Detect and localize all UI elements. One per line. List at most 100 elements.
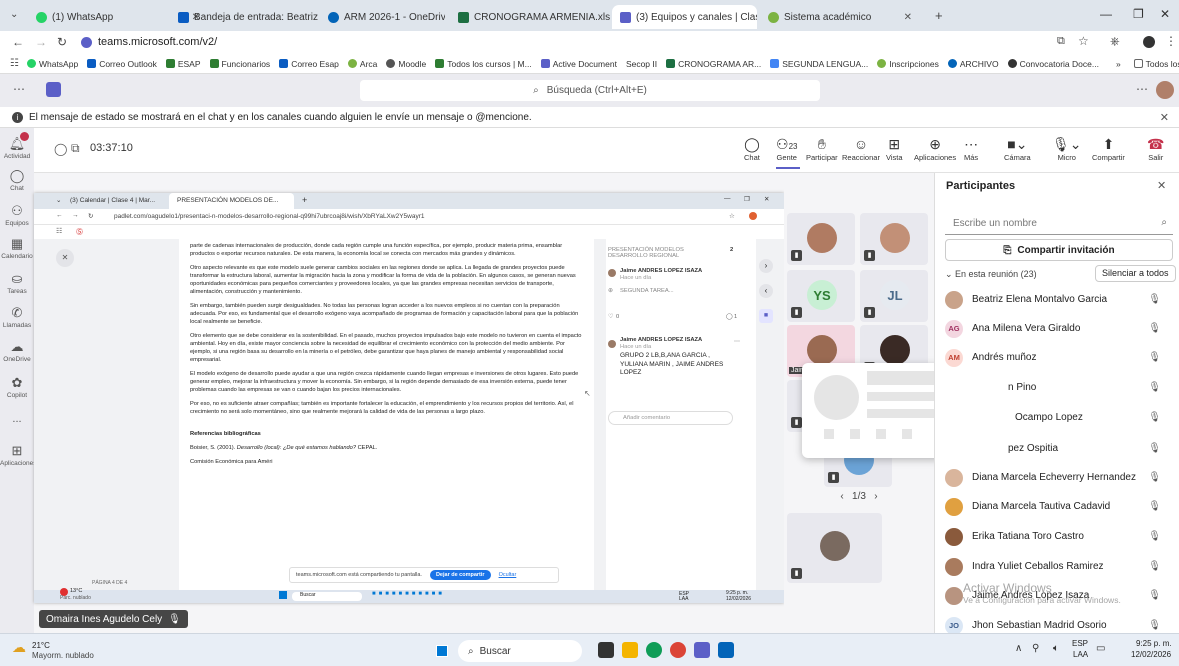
details-icon[interactable]: ⧉: [71, 141, 80, 156]
tab-list-icon[interactable]: ⌄: [10, 9, 18, 20]
participant-row[interactable]: Beatriz Elena Montalvo Garcia 🎙︎: [945, 287, 1175, 312]
participant-row[interactable]: Ocampo Lopez 🎙︎: [945, 405, 1175, 430]
weather-temp[interactable]: 21°C: [32, 641, 50, 650]
rail-apps[interactable]: ⊞ Aplicaciones: [0, 443, 37, 467]
speaker-icon[interactable]: 🔈︎: [1053, 643, 1059, 654]
restore-icon[interactable]: ❐: [1133, 7, 1144, 21]
task-view-icon[interactable]: [598, 642, 614, 658]
url-text[interactable]: teams.microsoft.com/v2/: [98, 36, 217, 48]
avatar[interactable]: [1156, 81, 1174, 99]
bookmark[interactable]: Moodle: [386, 59, 426, 69]
window-close-icon[interactable]: ✕: [1160, 7, 1170, 21]
star-icon[interactable]: ☆: [1078, 34, 1089, 48]
bookmark[interactable]: Active Document: [540, 59, 617, 69]
bookmark[interactable]: ARCHIVO: [947, 59, 999, 69]
chrome-icon[interactable]: [670, 642, 686, 658]
close-icon[interactable]: ✕: [904, 12, 912, 23]
raise-hand-button[interactable]: ✋︎ Participar: [806, 136, 838, 162]
file-explorer-icon[interactable]: [622, 642, 638, 658]
participant-tile[interactable]: ▮: [860, 213, 928, 265]
bookmark[interactable]: Inscripciones: [877, 59, 939, 69]
more-options-icon[interactable]: ⋯: [1136, 82, 1148, 96]
rail-tasks[interactable]: ⛀ Tareas: [0, 271, 34, 295]
bookmark[interactable]: ESAP: [165, 59, 201, 69]
share-button[interactable]: ⬆ Compartir: [1092, 136, 1125, 162]
participant-row[interactable]: Diana Marcela Tautiva Cadavid 🎙︎: [945, 494, 1175, 519]
forward-icon[interactable]: →: [35, 35, 47, 49]
tab-outlook[interactable]: Bandeja de entrada: Beatriz Ele... ✕: [170, 5, 320, 29]
participant-tile[interactable]: ▮: [787, 213, 855, 265]
network-icon[interactable]: ⚲: [1032, 643, 1039, 654]
rail-calls[interactable]: ✆ Llamadas: [0, 305, 34, 329]
close-notice-icon[interactable]: ✕: [1160, 111, 1169, 124]
reload-icon[interactable]: ↻: [57, 35, 67, 49]
tab-cronograma[interactable]: CRONOGRAMA ARMENIA.xlsx ✕: [450, 5, 610, 29]
bookmark[interactable]: Arca: [347, 59, 377, 69]
participant-row[interactable]: AM Andrés muñoz 🎙︎: [945, 345, 1175, 370]
search-bar[interactable]: ⌕ Búsqueda (Ctrl+Alt+E): [360, 80, 820, 101]
more-button[interactable]: ⋯ Más: [964, 136, 978, 162]
participant-row[interactable]: Erika Tatiana Toro Castro 🎙︎: [945, 524, 1175, 549]
rail-teams[interactable]: ⚇ Equipos: [0, 203, 34, 227]
profile-avatar[interactable]: [1143, 36, 1155, 48]
install-icon[interactable]: ⧉: [1057, 35, 1065, 48]
rail-activity[interactable]: 🔔︎ Actividad: [0, 136, 34, 160]
clock-date[interactable]: 12/02/2026: [1131, 650, 1171, 659]
participant-row[interactable]: n Pino 🎙︎: [945, 375, 1175, 400]
people-button[interactable]: ⚇23 Gente: [776, 136, 797, 162]
new-tab-icon[interactable]: +: [935, 8, 943, 23]
extensions-icon[interactable]: ⎈: [1110, 34, 1120, 49]
share-invite-button[interactable]: ⎘ Compartir invitación: [945, 239, 1173, 261]
language-code[interactable]: ESP: [1072, 639, 1088, 648]
rail-chat[interactable]: ◯ Chat: [0, 168, 34, 192]
tab-sistema-academico[interactable]: Sistema académico ✕: [760, 5, 920, 29]
camera-button[interactable]: ■⌄ Cámara: [1004, 136, 1031, 162]
clock-time[interactable]: 9:25 p. m.: [1136, 639, 1172, 648]
bookmark[interactable]: Correo Esap: [279, 59, 339, 69]
participant-tile[interactable]: ▮: [787, 513, 882, 583]
bookmark[interactable]: Todos los cursos | M...: [435, 59, 532, 69]
mic-button[interactable]: 🎙︎⌄ Micro: [1052, 136, 1082, 162]
bookmark[interactable]: CRONOGRAMA AR...: [666, 59, 761, 69]
participant-search-input[interactable]: Escribe un nombre ⌕: [945, 213, 1173, 235]
teams-icon[interactable]: [694, 642, 710, 658]
app-launcher-icon[interactable]: ⋯: [13, 82, 25, 96]
site-info-icon[interactable]: [81, 37, 92, 48]
gallery-pager[interactable]: ‹ 1/3 ›: [784, 491, 934, 502]
bookmark[interactable]: Correo Outlook: [87, 59, 157, 69]
participant-row[interactable]: pez Ospitia 🎙︎: [945, 436, 1175, 461]
leave-button[interactable]: ☎︎ Salir: [1147, 136, 1164, 162]
bookmark[interactable]: Secop II: [626, 59, 657, 69]
participant-tile[interactable]: YS ▮: [787, 270, 855, 322]
tab-teams[interactable]: (3) Equipos y canales | Clas... ◉ ✕: [612, 5, 757, 29]
bookmark[interactable]: Convocatoria Doce...: [1007, 59, 1099, 69]
back-icon[interactable]: ←: [12, 35, 24, 49]
rail-calendar[interactable]: ▦ Calendario: [0, 236, 34, 260]
minimize-icon[interactable]: —: [1100, 7, 1112, 21]
edge-icon[interactable]: [646, 642, 662, 658]
tray-chevron-icon[interactable]: ∧: [1015, 643, 1022, 654]
taskbar-search[interactable]: ⌕ Buscar: [458, 640, 582, 662]
weather-desc[interactable]: Mayorm. nublado: [32, 651, 94, 660]
view-button[interactable]: ⊞ Vista: [886, 136, 903, 162]
all-favorites[interactable]: Todos los favoritos: [1133, 59, 1179, 69]
participant-row[interactable]: Indra Yuliet Ceballos Ramirez 🎙︎: [945, 554, 1175, 579]
section-header[interactable]: ⌄ En esta reunión (23): [945, 269, 1037, 280]
chat-button[interactable]: ◯ Chat: [744, 136, 760, 162]
windows-start-icon[interactable]: [434, 643, 450, 659]
apps-icon[interactable]: ☷: [10, 58, 19, 69]
bookmark[interactable]: WhatsApp: [26, 59, 78, 69]
bookmark[interactable]: Funcionarios: [209, 59, 270, 69]
language-region[interactable]: LAA: [1073, 650, 1088, 659]
participant-row[interactable]: Diana Marcela Echeverry Hernandez 🎙︎: [945, 465, 1175, 490]
apps-button[interactable]: ⊕ Aplicaciones: [914, 136, 956, 162]
weather-icon[interactable]: ☁: [12, 639, 26, 656]
participant-row[interactable]: Jaime Andres Lopez Isaza 🎙︎: [945, 583, 1175, 608]
react-button[interactable]: ☺ Reaccionar: [842, 136, 880, 162]
participant-row[interactable]: AG Ana Milena Vera Giraldo 🎙︎: [945, 316, 1175, 341]
menu-icon[interactable]: ⋮: [1165, 34, 1177, 48]
participant-tile[interactable]: JL ▮: [860, 270, 928, 322]
display-icon[interactable]: ▭: [1096, 643, 1105, 654]
rail-copilot[interactable]: ✿ Copilot: [0, 375, 34, 399]
mute-all-button[interactable]: Silenciar a todos: [1095, 265, 1176, 282]
